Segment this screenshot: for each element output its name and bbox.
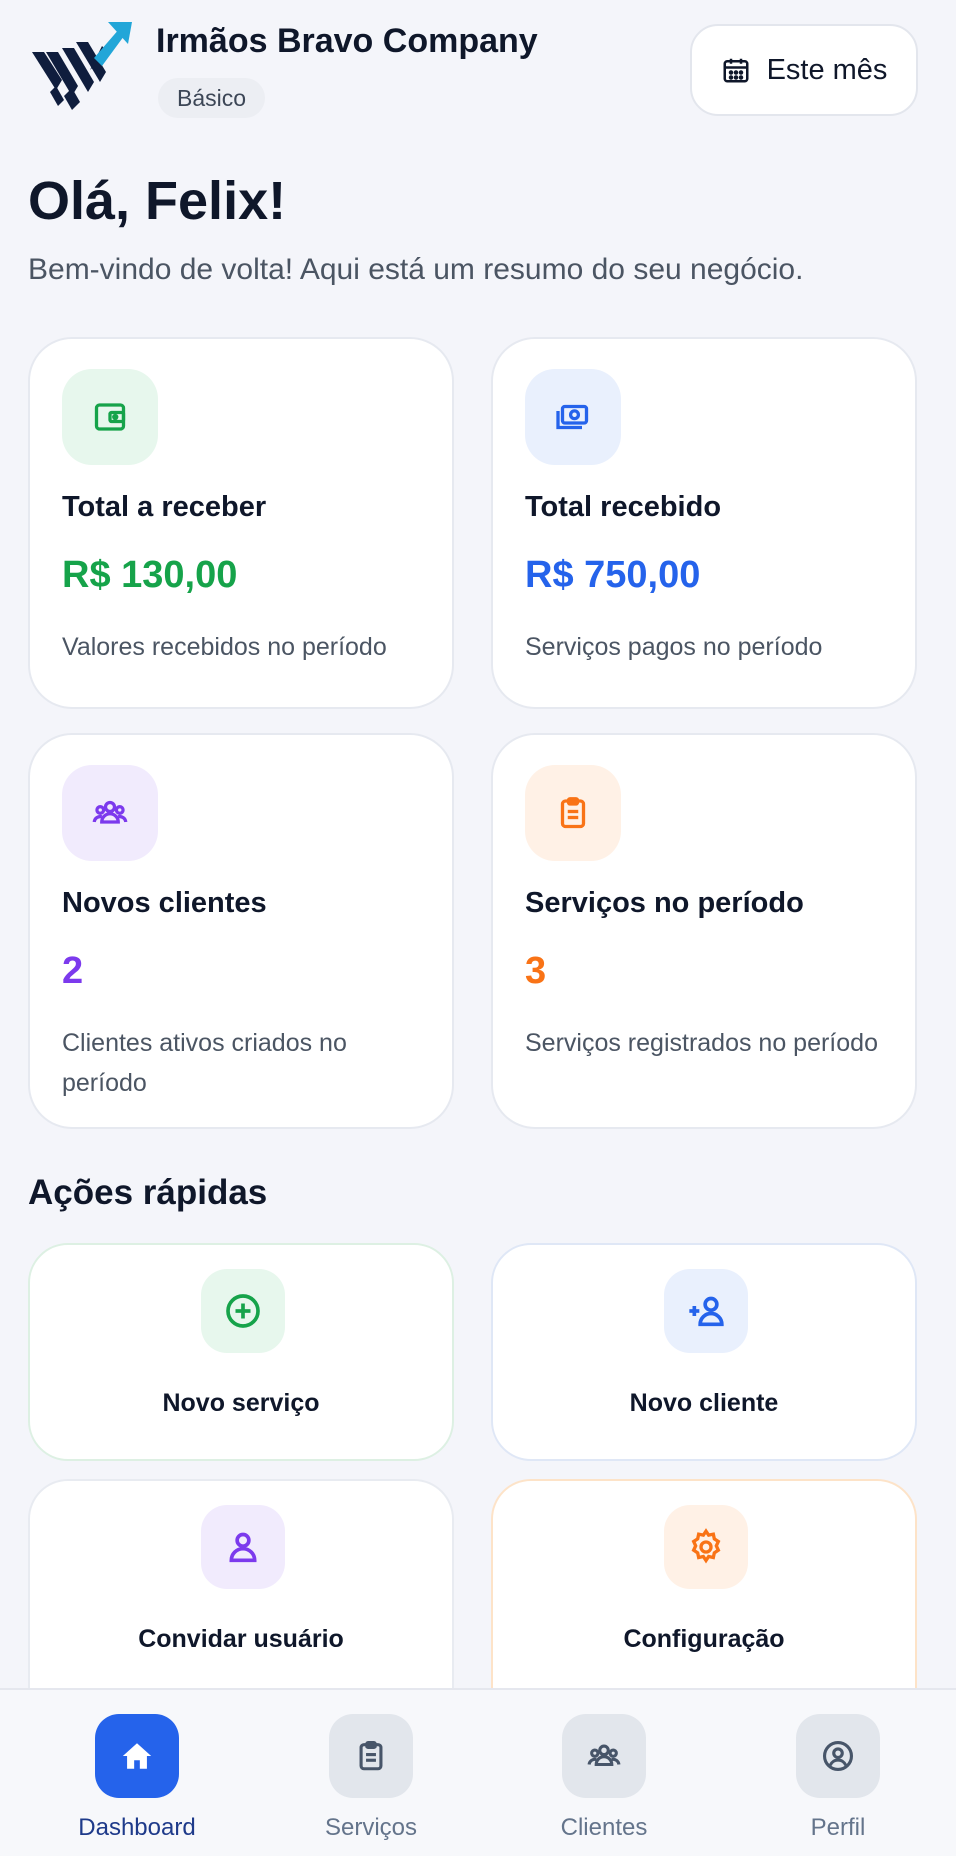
stat-value: 3	[525, 950, 547, 992]
app-header: Irmãos Bravo Company Básico Este mês	[0, 0, 956, 140]
action-icon-container	[201, 1269, 285, 1353]
quick-actions-title: Ações rápidas	[28, 1173, 268, 1212]
stat-title: Serviços no período	[525, 887, 804, 919]
users-icon	[587, 1744, 621, 1767]
clipboard-icon	[359, 1740, 383, 1771]
stat-icon-container	[62, 369, 158, 465]
stat-description: Clientes ativos criados no período	[62, 1029, 347, 1097]
nav-label: Clientes	[560, 1814, 648, 1841]
user-plus-icon	[689, 1296, 724, 1327]
stat-card-total-recebido[interactable]: Total recebido R$ 750,00 Serviços pagos …	[491, 337, 917, 709]
company-name: Irmãos Bravo Company	[156, 22, 538, 60]
stat-card-novos-clientes[interactable]: Novos clientes 2 Clientes ativos criados…	[28, 733, 454, 1129]
nav-icon-container	[329, 1714, 413, 1798]
action-icon-container	[664, 1505, 748, 1589]
company-logo	[32, 22, 132, 110]
nav-item-dashboard[interactable]: Dashboard	[37, 1690, 237, 1856]
action-label: Convidar usuário	[138, 1625, 344, 1653]
stat-title: Total recebido	[525, 491, 722, 523]
nav-icon-container	[562, 1714, 646, 1798]
stat-icon-container	[62, 765, 158, 861]
stat-icon-container	[525, 369, 621, 465]
stat-icon-container	[525, 765, 621, 861]
action-label: Novo cliente	[629, 1389, 779, 1417]
stat-title: Total a receber	[62, 491, 267, 523]
nav-label: Serviços	[324, 1814, 418, 1841]
calendar-icon	[723, 58, 749, 83]
nav-item-clientes[interactable]: Clientes	[504, 1690, 704, 1856]
period-filter-button[interactable]: Este mês	[690, 24, 918, 116]
nav-label: Dashboard	[78, 1814, 196, 1841]
gear-icon	[691, 1528, 721, 1564]
nav-label: Perfil	[810, 1814, 866, 1841]
stat-value: 2	[62, 950, 84, 992]
stat-value: R$ 750,00	[525, 554, 701, 596]
clipboard-icon	[560, 797, 586, 829]
nav-icon-container	[796, 1714, 880, 1798]
new-client-button[interactable]: Novo cliente	[491, 1243, 917, 1461]
action-label: Configuração	[623, 1625, 785, 1653]
user-circle-icon	[822, 1740, 854, 1772]
stat-description: Serviços registrados no período	[525, 1029, 878, 1057]
action-icon-container	[664, 1269, 748, 1353]
stat-card-servicos-no-periodo[interactable]: Serviços no período 3 Serviços registrad…	[491, 733, 917, 1129]
greeting-title: Olá, Felix!	[28, 171, 287, 231]
nav-icon-container	[95, 1714, 179, 1798]
nav-item-servicos[interactable]: Serviços	[271, 1690, 471, 1856]
bottom-navigation: Dashboard Serviços Clientes Perfil	[0, 1688, 956, 1856]
period-filter-label: Este mês	[766, 53, 888, 86]
stat-value: R$ 130,00	[62, 554, 238, 596]
stat-description: Valores recebidos no período	[62, 633, 387, 661]
users-icon	[92, 800, 128, 824]
user-icon	[229, 1532, 257, 1563]
home-icon	[122, 1743, 152, 1769]
nav-item-perfil[interactable]: Perfil	[738, 1690, 938, 1856]
stat-description: Serviços pagos no período	[525, 633, 823, 661]
invite-user-button[interactable]: Convidar usuário	[28, 1479, 454, 1688]
dashboard-page: Irmãos Bravo Company Básico Este mês Olá…	[0, 0, 956, 1856]
action-label: Novo serviço	[162, 1389, 320, 1417]
new-service-button[interactable]: Novo serviço	[28, 1243, 454, 1461]
stat-title: Novos clientes	[62, 887, 267, 919]
plus-circle-icon	[226, 1294, 260, 1328]
action-icon-container	[201, 1505, 285, 1589]
plan-badge: Básico	[158, 78, 266, 118]
settings-button[interactable]: Configuração	[491, 1479, 917, 1688]
wallet-icon	[94, 403, 126, 431]
money-icon	[556, 404, 589, 430]
stat-card-total-a-receber[interactable]: Total a receber R$ 130,00 Valores recebi…	[28, 337, 454, 709]
greeting-subtitle: Bem-vindo de volta! Aqui está um resumo …	[28, 253, 804, 286]
